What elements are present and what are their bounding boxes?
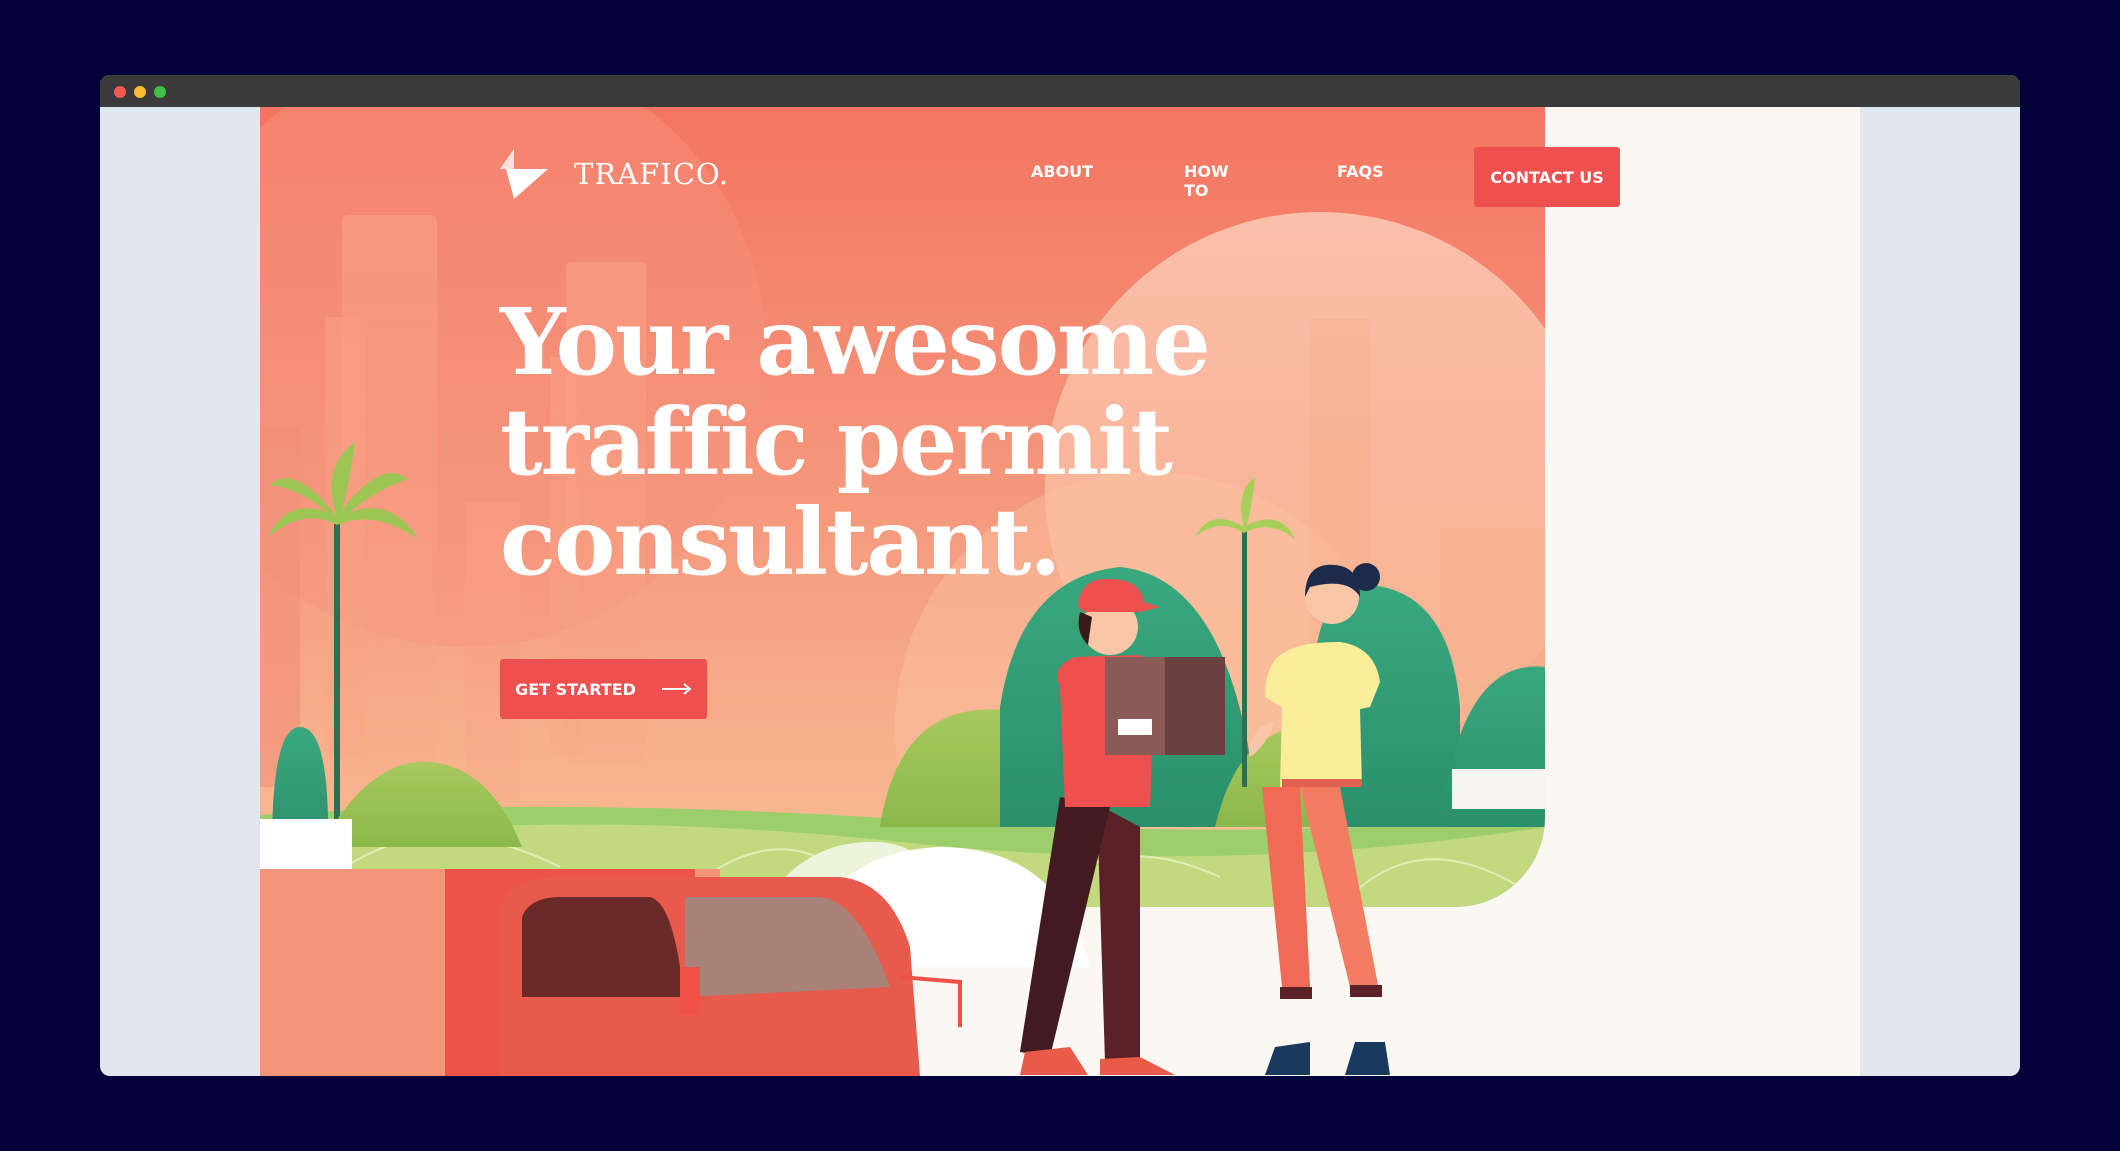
window-titlebar bbox=[100, 75, 2020, 107]
headline-line: Your awesome bbox=[500, 288, 1211, 396]
get-started-label: GET STARTED bbox=[515, 679, 636, 699]
maximize-window-icon[interactable] bbox=[154, 86, 166, 98]
get-started-button[interactable]: GET STARTED bbox=[500, 659, 707, 719]
nav-item-faqs[interactable]: FAQS bbox=[1337, 162, 1384, 181]
triangle-logo-icon bbox=[500, 149, 548, 199]
close-window-icon[interactable] bbox=[114, 86, 126, 98]
brand-name: TRAFICO. bbox=[574, 157, 730, 191]
nav-item-about[interactable]: ABOUT bbox=[1031, 162, 1093, 181]
headline-line: traffic permit bbox=[500, 388, 1173, 496]
browser-window: TRAFICO. ABOUT HOW TO FAQS CONTACT US Yo… bbox=[100, 75, 2020, 1076]
minimize-window-icon[interactable] bbox=[134, 86, 146, 98]
arrow-right-icon bbox=[661, 683, 692, 695]
brand-logo[interactable]: TRAFICO. bbox=[500, 149, 729, 199]
headline-line: consultant. bbox=[500, 488, 1061, 596]
contact-us-button[interactable]: CONTACT US bbox=[1474, 147, 1620, 207]
nav-item-how-to[interactable]: HOW TO bbox=[1184, 162, 1229, 200]
landing-page: TRAFICO. ABOUT HOW TO FAQS CONTACT US Yo… bbox=[260, 107, 1860, 1076]
hero-headline: Your awesome traffic permit consultant. bbox=[500, 292, 1220, 592]
